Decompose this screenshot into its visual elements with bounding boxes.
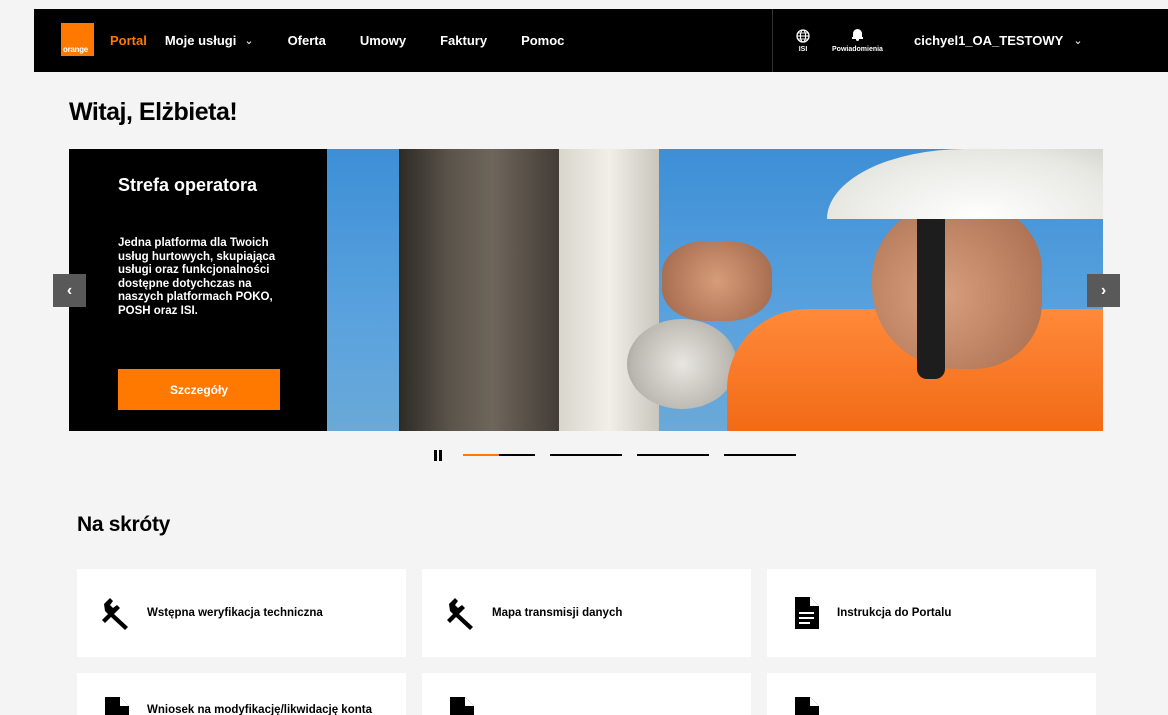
hero-description: Jedna platforma dla Twoich usług hurtowy… bbox=[118, 237, 276, 317]
nav-oferta-label: Oferta bbox=[287, 33, 326, 48]
nav-faktury[interactable]: Faktury bbox=[440, 33, 487, 48]
chevron-down-icon: ⌄ bbox=[244, 35, 254, 47]
nav-faktury-label: Faktury bbox=[440, 33, 488, 48]
shortcut-card[interactable]: Wniosek na modyfikację/likwidację konta bbox=[77, 673, 406, 715]
wrench-icon bbox=[447, 598, 473, 630]
page-greeting: Witaj, Elżbieta! bbox=[69, 98, 238, 126]
nav-portal-label: Portal bbox=[110, 33, 147, 48]
nav-oferta[interactable]: Oferta bbox=[288, 33, 326, 48]
nav-pomoc-label: Pomoc bbox=[521, 33, 565, 48]
document-icon bbox=[795, 597, 819, 629]
carousel-indicator[interactable] bbox=[463, 454, 535, 456]
hero-title: Strefa operatora bbox=[118, 175, 258, 195]
isi-link[interactable]: ISI bbox=[796, 9, 810, 72]
shortcut-card[interactable]: Wstępna weryfikacja techniczna bbox=[77, 569, 406, 657]
document-icon bbox=[795, 697, 819, 715]
hero-text-panel: Strefa operatora Jedna platforma dla Two… bbox=[69, 149, 327, 431]
pause-icon[interactable] bbox=[433, 450, 443, 461]
nav-portal[interactable]: Portal bbox=[110, 33, 147, 48]
carousel-next-button[interactable]: › bbox=[1087, 274, 1120, 307]
shortcuts-title: Na skróty bbox=[77, 513, 171, 536]
nav-divider bbox=[772, 9, 773, 72]
logo-text: orange bbox=[63, 45, 88, 54]
hero-image bbox=[327, 149, 1103, 431]
document-icon bbox=[450, 697, 474, 715]
carousel-indicator[interactable] bbox=[637, 454, 709, 456]
document-icon bbox=[105, 697, 129, 715]
shortcut-card[interactable] bbox=[767, 673, 1096, 715]
chevron-down-icon: ⌄ bbox=[1073, 35, 1083, 47]
orange-logo[interactable]: orange bbox=[61, 23, 94, 56]
hero-carousel: Strefa operatora Jedna platforma dla Two… bbox=[69, 149, 1103, 431]
nav-umowy-label: Umowy bbox=[359, 33, 407, 48]
wrench-icon bbox=[102, 598, 128, 630]
carousel-indicator[interactable] bbox=[724, 454, 796, 456]
bell-icon bbox=[851, 28, 863, 41]
isi-label: ISI bbox=[798, 45, 808, 53]
top-navigation-bar: orange Portal Moje usługi ⌄ Oferta Umowy … bbox=[34, 9, 1168, 72]
notifications-label: Powiadomienia bbox=[832, 46, 883, 53]
notifications-button[interactable]: Powiadomienia bbox=[832, 9, 883, 72]
shortcut-label: Instrukcja do Portalu bbox=[837, 607, 952, 619]
user-name: cichyel1_OA_TESTOWY bbox=[914, 33, 1064, 48]
shortcut-label: Wstępna weryfikacja techniczna bbox=[147, 607, 323, 619]
shortcut-card[interactable]: Instrukcja do Portalu bbox=[767, 569, 1096, 657]
nav-moje-uslugi-label: Moje usługi bbox=[164, 33, 237, 48]
shortcut-card[interactable] bbox=[422, 673, 751, 715]
shortcut-label: Wniosek na modyfikację/likwidację konta bbox=[147, 704, 372, 715]
details-button[interactable]: Szczegóły bbox=[118, 369, 280, 410]
globe-icon bbox=[796, 28, 810, 43]
nav-pomoc[interactable]: Pomoc bbox=[521, 33, 564, 48]
user-menu[interactable]: cichyel1_OA_TESTOWY ⌄ bbox=[914, 9, 1083, 72]
main-nav: Portal Moje usługi ⌄ Oferta Umowy Faktury… bbox=[110, 9, 598, 72]
carousel-indicator[interactable] bbox=[550, 454, 622, 456]
nav-moje-uslugi[interactable]: Moje usługi ⌄ bbox=[165, 33, 254, 48]
nav-umowy[interactable]: Umowy bbox=[360, 33, 406, 48]
shortcut-label: Mapa transmisji danych bbox=[492, 607, 623, 619]
shortcut-card[interactable]: Mapa transmisji danych bbox=[422, 569, 751, 657]
carousel-prev-button[interactable]: ‹ bbox=[53, 274, 86, 307]
